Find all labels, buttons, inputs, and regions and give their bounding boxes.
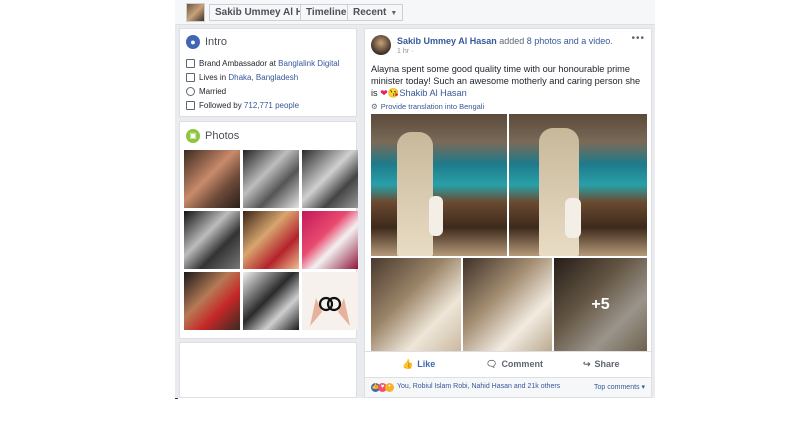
- facebook-profile-area: Sakib Ummey Al Hasan Timeline ▼ Recent▼ ●…: [175, 0, 655, 398]
- intro-header: ● Intro: [186, 35, 227, 49]
- photo-thumbnail[interactable]: [184, 150, 240, 208]
- comment-label: Comment: [501, 359, 543, 369]
- intro-row-text: Lives in: [199, 73, 229, 82]
- recent-label: Recent: [353, 7, 387, 18]
- photo-figure: [429, 196, 443, 236]
- intro-title: Intro: [205, 36, 228, 48]
- media-count-link[interactable]: 8 photos and a video: [527, 36, 611, 46]
- post-photo[interactable]: [371, 114, 507, 256]
- translation-label: Provide translation into Bengali: [380, 102, 485, 111]
- post-photo[interactable]: [463, 258, 552, 352]
- photo-thumbnail[interactable]: [302, 211, 358, 269]
- photo-thumbnail[interactable]: [302, 272, 358, 330]
- comment-button[interactable]: 🗨 Comment: [486, 359, 543, 370]
- intro-row-text: Brand Ambassador at: [199, 59, 279, 68]
- more-photos-overlay[interactable]: +5: [554, 258, 647, 352]
- photo-thumbnail[interactable]: [302, 150, 358, 208]
- photos-card: ▣ Photos: [179, 121, 358, 339]
- home-icon: [186, 73, 195, 83]
- followers-icon: [186, 101, 195, 111]
- city-link[interactable]: Dhaka, Bangladesh: [228, 73, 298, 82]
- photo-figure: [397, 132, 433, 256]
- post-photo[interactable]: [371, 258, 461, 352]
- photo-thumbnail[interactable]: [243, 211, 299, 269]
- empty-card: [179, 342, 357, 398]
- photos-title[interactable]: Photos: [205, 130, 239, 142]
- timeline-label: Timeline: [306, 7, 347, 18]
- divider: [175, 398, 178, 399]
- post-action-suffix: .: [610, 36, 613, 46]
- post-photo-more[interactable]: +5: [554, 258, 647, 352]
- photo-figure: [565, 198, 581, 238]
- briefcase-icon: [186, 59, 195, 69]
- share-label: Share: [594, 359, 620, 369]
- photos-header: ▣ Photos: [186, 129, 239, 143]
- top-comments-dropdown[interactable]: Top comments ▾: [594, 383, 645, 391]
- post-text: Alayna spent some good quality time with…: [371, 63, 646, 99]
- heart-icon: [186, 87, 195, 97]
- author-name-link[interactable]: Sakib Ummey Al Hasan: [397, 36, 497, 46]
- reactions-summary-link[interactable]: You, Robiul Islam Robi, Nahid Hasan and …: [397, 383, 560, 390]
- translation-link[interactable]: ⚙ Provide translation into Bengali: [371, 102, 484, 111]
- intro-row-text: Followed by: [199, 101, 244, 110]
- post-actions-bar: 👍 Like 🗨 Comment ↪ Share: [365, 351, 651, 377]
- like-button[interactable]: 👍 Like: [402, 359, 435, 370]
- intro-row-lives: Lives in Dhaka, Bangladesh: [186, 73, 298, 83]
- reactions-bar: 👍 ♥ • You, Robiul Islam Robi, Nahid Hasa…: [365, 377, 651, 397]
- post-timestamp[interactable]: 1 hr ·: [397, 48, 413, 55]
- intro-row-followers: Followed by 712,771 people: [186, 101, 299, 111]
- like-label: Like: [417, 359, 436, 369]
- globe-icon: ●: [186, 35, 200, 49]
- chevron-down-icon: ▼: [390, 10, 398, 17]
- intro-row-work: Brand Ambassador at Banglalink Digital: [186, 59, 340, 69]
- share-button[interactable]: ↪ Share: [583, 359, 620, 370]
- photos-icon: ▣: [186, 129, 200, 143]
- recent-dropdown[interactable]: Recent ▼: [347, 4, 404, 21]
- workplace-link[interactable]: Banglalink Digital: [278, 59, 339, 68]
- tagged-person-link[interactable]: Shakib Al Hasan: [399, 88, 466, 98]
- post-photo[interactable]: [509, 114, 647, 256]
- share-icon: ↪: [583, 359, 591, 369]
- photo-thumbnail[interactable]: [243, 150, 299, 208]
- photo-thumbnail[interactable]: [243, 272, 299, 330]
- photo-thumbnail[interactable]: [184, 211, 240, 269]
- author-avatar[interactable]: [371, 35, 391, 55]
- gear-icon: ⚙: [371, 102, 378, 111]
- intro-row-text: Married: [199, 87, 227, 96]
- profile-thumbnail[interactable]: [186, 3, 205, 22]
- feed-post: Sakib Ummey Al Hasan added 8 photos and …: [364, 28, 652, 398]
- chanel-logo-photo: [310, 296, 350, 326]
- thumbs-up-icon: 👍: [402, 359, 414, 369]
- page: Sakib Ummey Al Hasan Timeline ▼ Recent▼ ●…: [0, 0, 790, 425]
- intro-card: ● Intro Brand Ambassador at Banglalink Di…: [179, 28, 357, 117]
- photo-thumbnail[interactable]: [184, 272, 240, 330]
- more-options-icon[interactable]: •••: [631, 33, 645, 44]
- post-action-text: added: [496, 36, 527, 46]
- emoji-icon: ❤😘: [380, 88, 400, 98]
- intro-row-relationship: Married: [186, 87, 227, 97]
- profile-topbar: Sakib Ummey Al Hasan Timeline▼ Recent▼: [175, 0, 655, 25]
- post-title: Sakib Ummey Al Hasan added 8 photos and …: [397, 36, 613, 46]
- wow-reaction-icon: •: [385, 383, 394, 392]
- comment-icon: 🗨: [486, 359, 498, 369]
- followers-link[interactable]: 712,771 people: [244, 101, 299, 110]
